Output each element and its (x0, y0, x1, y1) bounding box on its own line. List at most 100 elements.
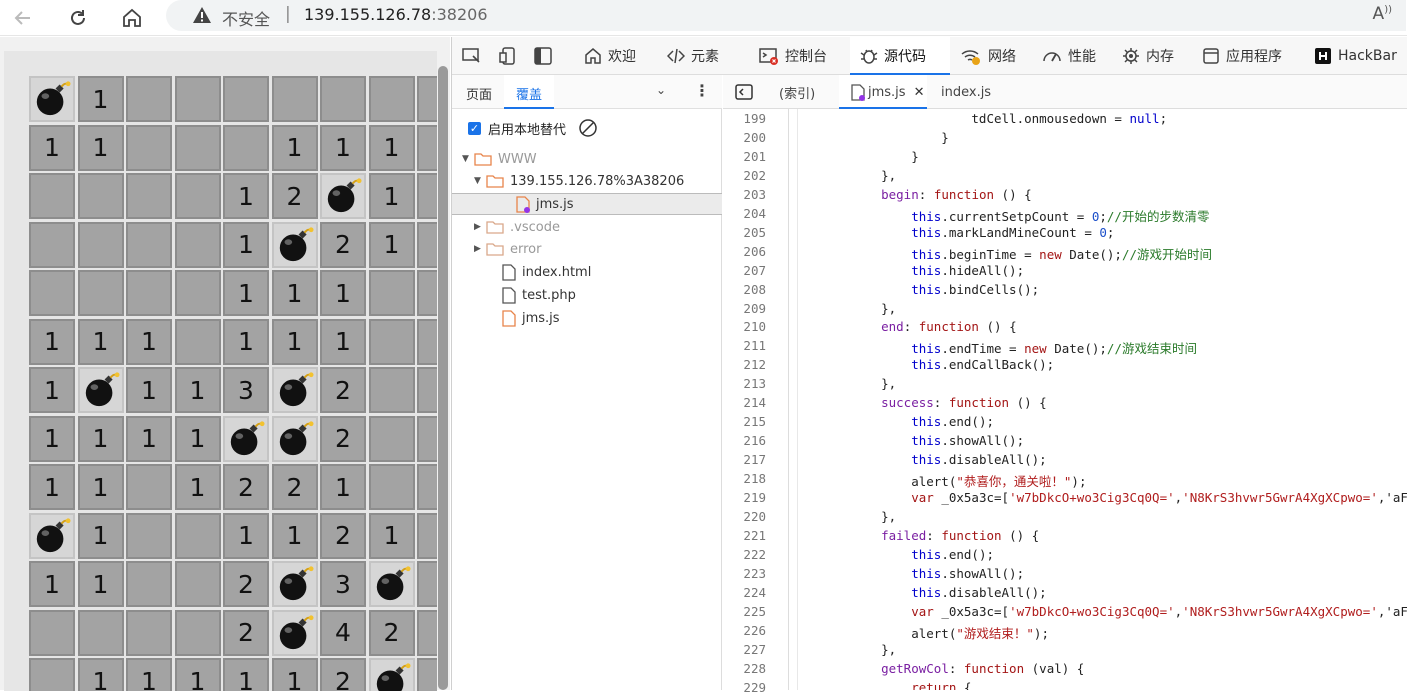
board-cell[interactable] (174, 173, 221, 219)
devtools-tab-5[interactable]: 网络 (950, 37, 1026, 75)
board-cell[interactable]: 1 (29, 318, 75, 365)
code-line[interactable]: this.currentSetpCount = 0;//开始的步数清零 (851, 206, 1209, 225)
enable-local-overrides[interactable]: ✓ 启用本地替代 (468, 118, 598, 138)
file-tree-item[interactable]: ▼ 139.155.126.78%3A38206 (452, 170, 722, 192)
board-cell[interactable]: 2 (368, 609, 415, 656)
file-tree-item[interactable]: test.php (452, 284, 722, 306)
devtools-tab-7[interactable]: 内存 (1112, 37, 1184, 75)
board-cell[interactable] (29, 609, 75, 656)
board-cell[interactable]: 1 (271, 658, 318, 691)
board-cell[interactable]: 1 (174, 367, 221, 413)
mine-cell[interactable] (271, 367, 318, 413)
board-cell[interactable] (368, 415, 415, 462)
mine-cell[interactable] (320, 173, 366, 219)
board-cell[interactable]: 1 (29, 367, 75, 413)
board-cell[interactable]: 1 (126, 367, 172, 413)
board-cell[interactable]: 1 (29, 464, 75, 510)
board-cell[interactable]: 1 (126, 658, 172, 691)
board-cell[interactable] (368, 318, 415, 365)
board-cell[interactable]: 1 (320, 124, 366, 171)
clear-overrides-icon[interactable] (578, 118, 598, 138)
url-text[interactable]: 139.155.126.78:38206 (304, 5, 488, 24)
code-line[interactable]: this.beginTime = new Date();//游戏开始时间 (851, 244, 1212, 263)
board-cell[interactable] (417, 173, 437, 219)
board-cell[interactable] (77, 609, 124, 656)
board-cell[interactable]: 1 (77, 124, 124, 171)
board-cell[interactable]: 1 (77, 318, 124, 365)
devtools-tab-1[interactable]: 欢迎 (574, 37, 648, 75)
code-line[interactable]: return { (851, 680, 971, 691)
more-options-icon[interactable]: ⋮ (694, 81, 710, 100)
board-cell[interactable] (174, 124, 221, 171)
mine-cell[interactable] (77, 367, 124, 413)
inspect-icon[interactable] (462, 47, 482, 69)
board-cell[interactable] (126, 124, 172, 171)
board-cell[interactable]: 1 (29, 561, 75, 607)
tab-page[interactable]: 页面 (466, 84, 492, 103)
board-cell[interactable] (174, 221, 221, 268)
insecure-label[interactable]: 不安全 (222, 6, 270, 30)
board-cell[interactable]: 2 (271, 173, 318, 219)
board-cell[interactable]: 1 (320, 270, 366, 316)
code-line[interactable]: end: function () { (851, 319, 1017, 334)
board-cell[interactable]: 1 (77, 415, 124, 462)
board-cell[interactable]: 2 (320, 367, 366, 413)
board-cell[interactable]: 1 (368, 124, 415, 171)
editor-tab[interactable]: (索引) (767, 75, 833, 109)
board-cell[interactable] (417, 124, 437, 171)
board-cell[interactable] (29, 658, 75, 691)
file-tree-item[interactable]: jms.js (452, 193, 722, 215)
device-toggle-icon[interactable] (499, 47, 519, 69)
board-cell[interactable] (417, 221, 437, 268)
devtools-tab-8[interactable]: 应用程序 (1192, 37, 1296, 75)
board-cell[interactable]: 1 (271, 124, 318, 171)
devtools-tab-4[interactable]: 源代码 (850, 37, 950, 75)
code-line[interactable]: alert("恭喜你，通关啦！"); (851, 471, 1086, 490)
board-cell[interactable]: 1 (368, 221, 415, 268)
mine-cell[interactable] (368, 561, 415, 607)
code-line[interactable]: }, (851, 168, 896, 183)
board-cell[interactable]: 2 (320, 658, 366, 691)
board-cell[interactable] (174, 318, 221, 365)
devtools-tab-6[interactable]: 性能 (1032, 37, 1104, 75)
board-cell[interactable] (126, 173, 172, 219)
code-view[interactable]: tdCell.onmousedown = null; } } }, begin:… (789, 109, 1407, 690)
code-line[interactable]: this.endCallBack(); (851, 357, 1054, 372)
board-cell[interactable] (29, 173, 75, 219)
board-cell[interactable]: 1 (320, 464, 366, 510)
board-cell[interactable] (174, 512, 221, 559)
code-line[interactable]: }, (851, 376, 896, 391)
board-cell[interactable] (77, 221, 124, 268)
code-line[interactable]: tdCell.onmousedown = null; (851, 111, 1167, 126)
code-line[interactable]: this.hideAll(); (851, 263, 1024, 278)
code-line[interactable]: var _0x5a3c=['w7bDkcO+wo3Cig3Cq0Q=','N8K… (851, 490, 1407, 505)
read-aloud-icon[interactable]: A)) (1373, 4, 1392, 24)
board-cell[interactable]: 1 (29, 415, 75, 462)
board-cell[interactable]: 2 (271, 464, 318, 510)
board-cell[interactable]: 1 (77, 76, 124, 122)
toggle-navigator-icon[interactable] (735, 84, 753, 104)
board-cell[interactable] (417, 367, 437, 413)
board-cell[interactable] (417, 76, 437, 122)
code-line[interactable]: this.disableAll(); (851, 452, 1046, 467)
board-cell[interactable] (368, 464, 415, 510)
board-cell[interactable]: 1 (174, 464, 221, 510)
file-tree-item[interactable]: ▼ WWW (452, 148, 722, 170)
editor-tab[interactable]: index.js (929, 75, 993, 109)
board-cell[interactable] (174, 76, 221, 122)
chevron-down-icon[interactable]: ⌄ (656, 83, 666, 97)
board-cell[interactable]: 1 (271, 512, 318, 559)
mine-cell[interactable] (271, 415, 318, 462)
board-cell[interactable]: 2 (223, 464, 269, 510)
board-cell[interactable]: 1 (271, 318, 318, 365)
code-line[interactable]: failed: function () { (851, 528, 1039, 543)
mine-cell[interactable] (368, 658, 415, 691)
board-cell[interactable]: 2 (223, 561, 269, 607)
code-line[interactable]: this.showAll(); (851, 566, 1024, 581)
code-line[interactable]: }, (851, 509, 896, 524)
code-line[interactable]: begin: function () { (851, 187, 1032, 202)
mine-cell[interactable] (271, 609, 318, 656)
board-cell[interactable] (77, 173, 124, 219)
board-cell[interactable]: 1 (174, 415, 221, 462)
devtools-tab-2[interactable]: 元素 (657, 37, 741, 75)
